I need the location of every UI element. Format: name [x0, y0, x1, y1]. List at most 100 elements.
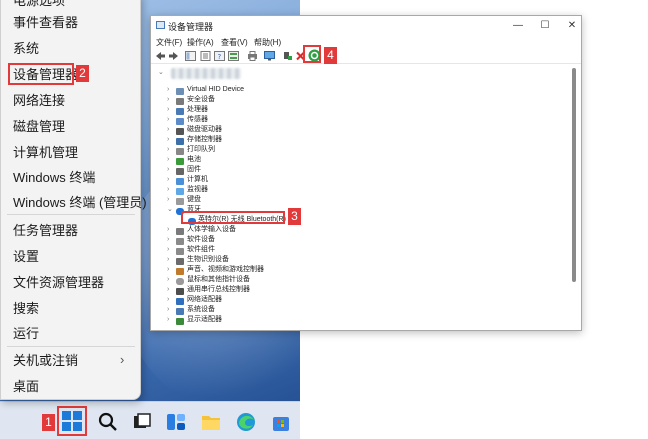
tree-category[interactable]: 鼠标和其他指针设备 [187, 275, 250, 285]
collapsed-arrow[interactable]: › [167, 166, 173, 173]
menu-item-windows-terminal-admin[interactable]: Windows 终端 (管理员) [13, 194, 147, 212]
properties-icon[interactable] [200, 51, 211, 61]
menu-action[interactable]: 操作(A) [187, 37, 214, 48]
collapsed-arrow[interactable]: › [167, 266, 173, 273]
menu-item-system[interactable]: 系统 [13, 40, 39, 58]
toolbar: ? [151, 49, 581, 64]
expand-arrow[interactable]: ⌄ [167, 205, 173, 213]
menu-item-run[interactable]: 运行 [13, 325, 39, 343]
monitor-icon [176, 188, 184, 195]
tree-category[interactable]: 生物识别设备 [187, 255, 229, 265]
menu-file[interactable]: 文件(F) [156, 37, 182, 48]
collapsed-arrow[interactable]: › [167, 276, 173, 283]
maximize-button[interactable]: ☐ [538, 19, 552, 33]
step-badge-2: 2 [76, 65, 89, 82]
chevron-right-icon: › [120, 352, 125, 367]
show-hide-tree-icon[interactable] [185, 51, 196, 61]
close-button[interactable]: ✕ [565, 19, 579, 33]
tree-category[interactable]: 系统设备 [187, 305, 215, 315]
keyboard-icon [176, 198, 184, 205]
monitor-icon[interactable] [264, 51, 275, 61]
tree-category[interactable]: 网络适配器 [187, 295, 222, 305]
collapsed-arrow[interactable]: › [167, 116, 173, 123]
store-icon[interactable] [270, 411, 292, 433]
quick-link-menu: 电源选项 事件查看器 系统 设备管理器 网络连接 磁盘管理 计算机管理 Wind… [0, 0, 147, 400]
collapsed-arrow[interactable]: › [167, 306, 173, 313]
network-adapter-icon [176, 298, 184, 305]
menu-divider [7, 346, 135, 347]
forward-arrow-icon[interactable] [168, 51, 179, 61]
view-icon[interactable] [228, 51, 239, 61]
menu-item-power-options[interactable]: 电源选项 [13, 0, 65, 10]
menu-item-shutdown-signout[interactable]: 关机或注销 [13, 352, 78, 370]
collapsed-arrow[interactable]: › [167, 296, 173, 303]
collapsed-arrow[interactable]: › [167, 96, 173, 103]
collapsed-arrow[interactable]: › [167, 236, 173, 243]
menu-item-event-viewer[interactable]: 事件查看器 [13, 14, 78, 32]
menu-item-search[interactable]: 搜索 [13, 300, 39, 318]
tree-category[interactable]: 传感器 [187, 115, 208, 125]
menu-item-computer-management[interactable]: 计算机管理 [13, 144, 78, 162]
expand-arrow[interactable]: ⌄ [158, 68, 164, 76]
search-icon[interactable] [97, 411, 119, 433]
menu-help[interactable]: 帮助(H) [254, 37, 281, 48]
tree-category[interactable]: 人体学输入设备 [187, 225, 236, 235]
tree-category[interactable]: 软件组件 [187, 245, 215, 255]
edge-browser-icon[interactable] [235, 411, 257, 433]
tree-category[interactable]: 处理器 [187, 105, 208, 115]
tree-category[interactable]: 键盘 [187, 195, 201, 205]
update-driver-icon[interactable] [282, 51, 293, 61]
collapsed-arrow[interactable]: › [167, 146, 173, 153]
usb-controller-icon [176, 288, 184, 295]
vertical-scrollbar[interactable] [572, 68, 576, 282]
disk-drive-icon [176, 128, 184, 135]
tree-category[interactable]: 存储控制器 [187, 135, 222, 145]
collapsed-arrow[interactable]: › [167, 106, 173, 113]
back-arrow-icon[interactable] [155, 51, 166, 61]
collapsed-arrow[interactable]: › [167, 286, 173, 293]
collapsed-arrow[interactable]: › [167, 256, 173, 263]
tree-category[interactable]: 打印队列 [187, 145, 215, 155]
collapsed-arrow[interactable]: › [167, 136, 173, 143]
tree-category[interactable]: Virtual HID Device [187, 85, 244, 95]
tree-category[interactable]: 监视器 [187, 185, 208, 195]
hid-device-icon [176, 88, 184, 95]
collapsed-arrow[interactable]: › [167, 226, 173, 233]
collapsed-arrow[interactable]: › [167, 186, 173, 193]
storage-controller-icon [176, 138, 184, 145]
step-badge-1: 1 [42, 414, 55, 431]
print-icon[interactable] [247, 51, 258, 61]
help-icon[interactable]: ? [214, 51, 225, 61]
tree-category[interactable]: 软件设备 [187, 235, 215, 245]
collapsed-arrow[interactable]: › [167, 196, 173, 203]
menu-item-settings[interactable]: 设置 [13, 248, 39, 266]
tree-category[interactable]: 固件 [187, 165, 201, 175]
tree-category[interactable]: 通用串行总线控制器 [187, 285, 250, 295]
collapsed-arrow[interactable]: › [167, 86, 173, 93]
tree-category[interactable]: 安全设备 [187, 95, 215, 105]
tree-category[interactable]: 磁盘驱动器 [187, 125, 222, 135]
collapsed-arrow[interactable]: › [167, 246, 173, 253]
menu-item-network-connections[interactable]: 网络连接 [13, 92, 65, 110]
tree-category[interactable]: 计算机 [187, 175, 208, 185]
minimize-button[interactable]: — [511, 19, 525, 33]
tree-category[interactable]: 显示适配器 [187, 315, 222, 325]
file-explorer-icon[interactable] [200, 411, 222, 433]
collapsed-arrow[interactable]: › [167, 156, 173, 163]
widgets-icon[interactable] [165, 411, 187, 433]
collapsed-arrow[interactable]: › [167, 126, 173, 133]
menu-item-task-manager[interactable]: 任务管理器 [13, 222, 78, 240]
computer-icon [176, 178, 184, 185]
menu-view[interactable]: 查看(V) [221, 37, 248, 48]
task-view-icon[interactable] [131, 411, 153, 433]
tree-category[interactable]: 电池 [187, 155, 201, 165]
bluetooth-device-highlight [181, 211, 285, 224]
menu-item-windows-terminal[interactable]: Windows 终端 [13, 169, 95, 187]
tree-category[interactable]: 声音、视频和游戏控制器 [187, 265, 264, 275]
sensor-icon [176, 118, 184, 125]
collapsed-arrow[interactable]: › [167, 176, 173, 183]
collapsed-arrow[interactable]: › [167, 316, 173, 323]
menu-item-disk-management[interactable]: 磁盘管理 [13, 118, 65, 136]
menu-item-file-explorer[interactable]: 文件资源管理器 [13, 274, 104, 292]
menu-item-desktop[interactable]: 桌面 [13, 378, 39, 396]
